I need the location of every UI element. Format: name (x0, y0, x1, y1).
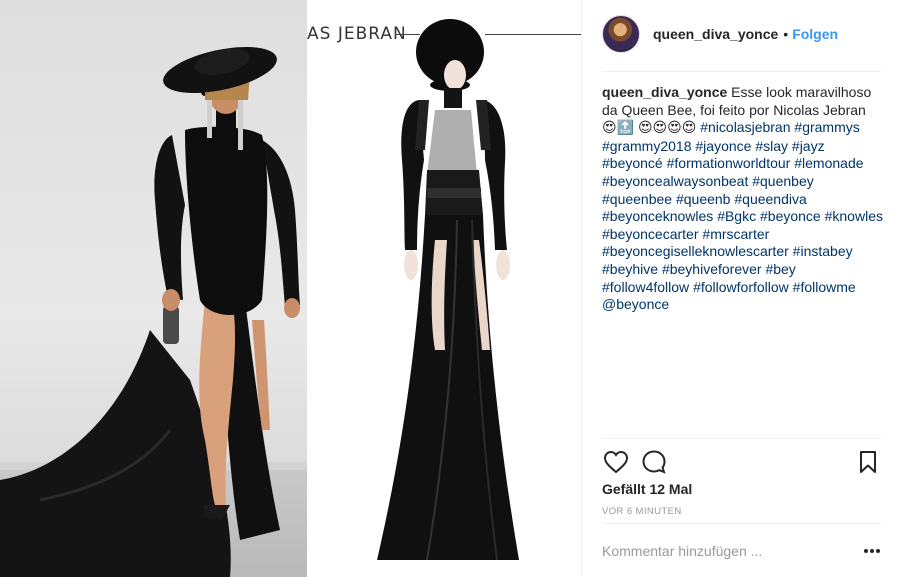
hashtag-link[interactable]: #beyoncé (602, 155, 663, 171)
hashtag-link[interactable]: #beyoncecarter (602, 226, 699, 242)
comment-divider (602, 523, 881, 524)
actions-divider (602, 438, 881, 439)
likes-count[interactable]: Gefällt 12 Mal (602, 481, 692, 497)
mention-link[interactable]: @beyonce (602, 296, 669, 312)
hashtag-link[interactable]: #Bgkc (717, 208, 756, 224)
hashtag-link[interactable]: #bey (765, 261, 795, 277)
hashtag-link[interactable]: #beyoncegiselleknowlescarter (602, 243, 789, 259)
hashtag-link[interactable]: #queenbee (602, 191, 672, 207)
follow-button[interactable]: Folgen (792, 26, 838, 42)
bookmark-icon[interactable] (854, 448, 882, 476)
header-divider (602, 71, 881, 72)
heart-icon[interactable] (602, 448, 630, 476)
post-header: queen_diva_yonce • Folgen (602, 14, 882, 54)
header-separator: • (783, 26, 789, 42)
hashtag-link[interactable]: #mrscarter (702, 226, 769, 242)
hashtag-link[interactable]: #quenbey (752, 173, 814, 189)
hashtag-link[interactable]: #beyhive (602, 261, 658, 277)
hashtag-link[interactable]: #knowles (825, 208, 883, 224)
hashtag-link[interactable]: #queendiva (734, 191, 806, 207)
hashtag-link[interactable]: #grammys (794, 119, 859, 135)
hashtag-link[interactable]: #followforfollow (693, 279, 789, 295)
profile-avatar[interactable] (602, 15, 640, 53)
hashtag-link[interactable]: #nicolasjebran (700, 119, 790, 135)
more-options-icon[interactable] (862, 542, 882, 560)
caption-emojis: 😍😍😍😍 (637, 120, 697, 137)
hashtag-link[interactable]: #beyonceknowles (602, 208, 713, 224)
hashtag-link[interactable]: #queenb (676, 191, 731, 207)
post-caption: queen_diva_yonce Esse look maravilhoso d… (602, 84, 884, 314)
sketch-figure-icon (377, 19, 519, 561)
post-image[interactable]: AS JEBRAN (0, 0, 581, 577)
hashtag-link[interactable]: #instabey (793, 243, 853, 259)
caption-hashtags: #nicolasjebran #grammys #grammy2018 #jay… (602, 119, 883, 294)
hashtag-link[interactable]: #beyonce (760, 208, 821, 224)
comment-input[interactable] (602, 540, 842, 562)
post-sidebar: queen_diva_yonce • Folgen queen_diva_yon… (581, 0, 900, 577)
header-username[interactable]: queen_diva_yonce (653, 26, 778, 42)
caption-username[interactable]: queen_diva_yonce (602, 84, 727, 100)
hashtag-link[interactable]: #followme (793, 279, 856, 295)
hashtag-link[interactable]: #lemonade (794, 155, 863, 171)
hashtag-link[interactable]: #jayonce (695, 138, 751, 154)
hashtag-link[interactable]: #beyhiveforever (662, 261, 762, 277)
comment-bubble-icon[interactable] (640, 448, 668, 476)
photo-panel (0, 0, 307, 577)
hashtag-link[interactable]: #formationworldtour (667, 155, 791, 171)
hashtag-link[interactable]: #beyoncealwaysonbeat (602, 173, 748, 189)
hashtag-link[interactable]: #slay (755, 138, 788, 154)
post-timestamp: VOR 6 MINUTEN (602, 506, 682, 517)
dress-figure-icon (0, 47, 300, 577)
top-emoji-icon: 🔝 (616, 120, 635, 137)
hashtag-link[interactable]: #follow4follow (602, 279, 689, 295)
hashtag-link[interactable]: #jayz (792, 138, 825, 154)
caption-emoji: 😍 (602, 120, 617, 137)
action-bar (602, 448, 881, 476)
sketch-panel: AS JEBRAN (307, 0, 581, 577)
hashtag-link[interactable]: #grammy2018 (602, 138, 692, 154)
